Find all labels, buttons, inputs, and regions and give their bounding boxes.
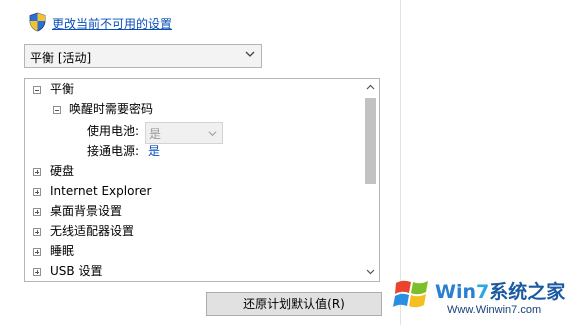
power-plan-value: 平衡 [活动] — [30, 51, 92, 65]
tree-item-internet-explorer[interactable]: Internet Explorer — [25, 182, 365, 201]
expand-toggle-icon[interactable] — [33, 188, 41, 196]
tree-item-balanced[interactable]: 平衡 — [25, 80, 365, 99]
tree-item-usb-settings[interactable]: USB 设置 — [25, 262, 365, 281]
power-plan-dropdown[interactable]: 平衡 [活动] — [24, 44, 262, 68]
tree-item-label: 使用电池: — [87, 124, 140, 138]
tree-item-hard-disk[interactable]: 硬盘 — [25, 162, 365, 181]
watermark: Win7系统之家 Www.Winwin7.com — [385, 265, 581, 325]
change-unavailable-settings-link[interactable]: 更改当前不可用的设置 — [52, 15, 172, 32]
chevron-up-icon — [366, 84, 375, 90]
expand-toggle-icon[interactable] — [33, 248, 41, 256]
power-settings-panel: 更改当前不可用的设置 平衡 [活动] 平衡 唤醒时需要密码 使用电池: 是 接通… — [0, 0, 400, 325]
watermark-title: Win7系统之家 — [435, 281, 566, 303]
expand-toggle-icon[interactable] — [33, 208, 41, 216]
expand-toggle-icon[interactable] — [33, 228, 41, 236]
tree-item-plugged-in: 接通电源: 是 — [25, 142, 365, 161]
on-battery-value: 是 — [149, 127, 162, 141]
tree-item-sleep[interactable]: 睡眠 — [25, 242, 365, 261]
tree-item-label: 睡眠 — [50, 244, 75, 258]
scroll-down-button[interactable] — [362, 264, 379, 281]
watermark-url: Www.Winwin7.com — [447, 304, 542, 316]
scrollbar-thumb[interactable] — [365, 98, 376, 184]
collapse-toggle-icon[interactable] — [53, 106, 61, 114]
tree-item-wake-password[interactable]: 唤醒时需要密码 — [25, 100, 365, 119]
collapse-toggle-icon[interactable] — [33, 86, 41, 94]
scroll-up-button[interactable] — [362, 79, 379, 96]
tree-item-label: 桌面背景设置 — [50, 204, 123, 218]
expand-toggle-icon[interactable] — [33, 168, 41, 176]
tree-item-label: USB 设置 — [50, 264, 103, 278]
tree-item-label: 无线适配器设置 — [50, 224, 135, 238]
on-battery-dropdown: 是 — [145, 122, 223, 144]
uac-shield-icon — [29, 12, 46, 32]
chevron-down-icon — [245, 51, 255, 57]
tree-item-label: 平衡 — [50, 82, 75, 96]
chevron-down-icon — [208, 131, 217, 137]
tree-item-label: 接通电源: — [87, 144, 140, 158]
chevron-down-icon — [366, 269, 375, 275]
vertical-scrollbar[interactable] — [362, 79, 379, 281]
tree-item-wireless-adapter[interactable]: 无线适配器设置 — [25, 222, 365, 241]
expand-toggle-icon[interactable] — [33, 268, 41, 276]
tree-item-desktop-background[interactable]: 桌面背景设置 — [25, 202, 365, 221]
tree-item-label: 硬盘 — [50, 164, 75, 178]
tree-item-label: Internet Explorer — [50, 184, 152, 198]
plugged-in-value-link[interactable]: 是 — [148, 142, 160, 161]
power-settings-tree[interactable]: 平衡 唤醒时需要密码 使用电池: 是 接通电源: 是 硬盘 Internet E… — [24, 78, 380, 282]
windows-logo-icon — [393, 280, 428, 308]
tree-item-label: 唤醒时需要密码 — [69, 102, 154, 116]
restore-plan-defaults-button[interactable]: 还原计划默认值(R) — [206, 292, 382, 316]
